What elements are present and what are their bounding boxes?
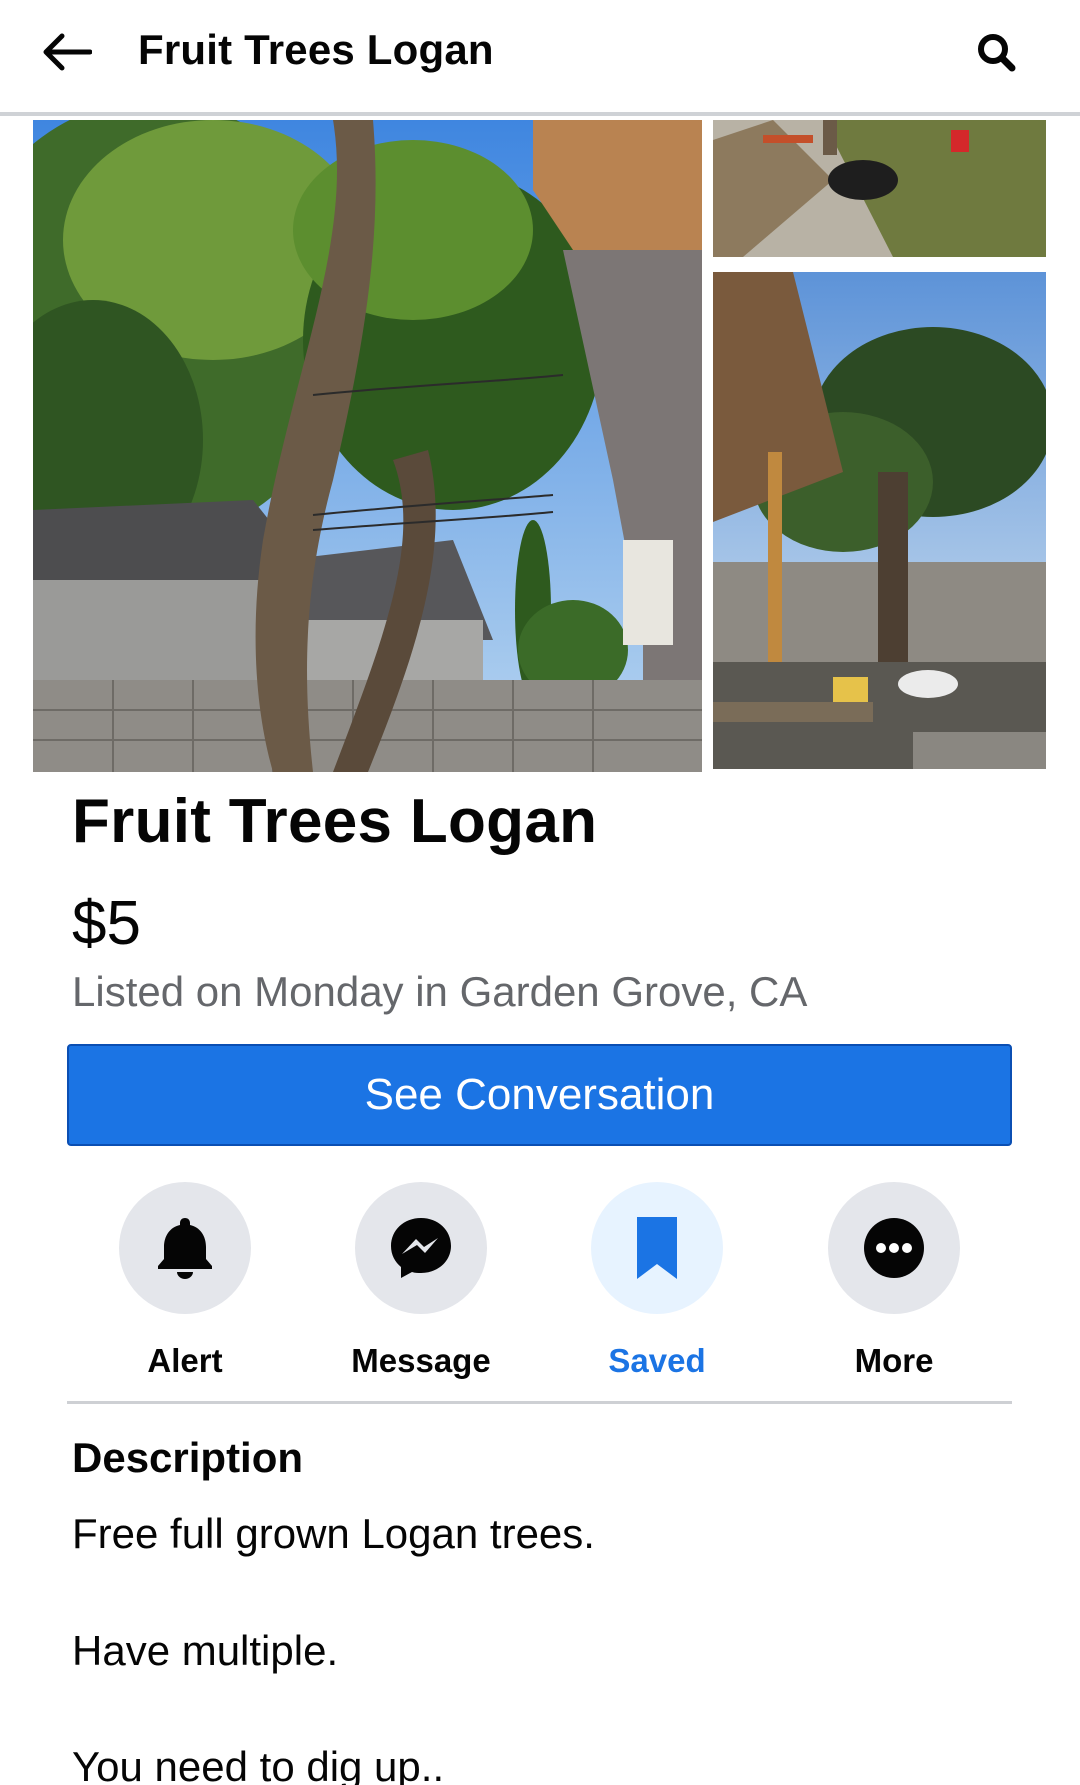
saved-button[interactable]: Saved (567, 1182, 747, 1380)
more-button[interactable]: More (804, 1182, 984, 1380)
listing-photo-2[interactable] (713, 120, 1046, 257)
description-line: You need to dig up.. (72, 1743, 445, 1785)
messenger-icon (391, 1218, 451, 1278)
more-dots-icon (864, 1218, 924, 1278)
top-bar: Fruit Trees Logan (0, 0, 1080, 116)
listing-photo-3[interactable] (713, 272, 1046, 769)
back-button[interactable] (36, 26, 96, 78)
message-button-circle[interactable] (355, 1182, 487, 1314)
listing-page: Fruit Trees Logan Fruit Trees Logan $5 L… (0, 0, 1080, 1785)
more-button-circle[interactable] (828, 1182, 960, 1314)
see-conversation-button[interactable]: See Conversation (67, 1044, 1012, 1146)
listing-meta: Listed on Monday in Garden Grove, CA (72, 968, 808, 1015)
search-button[interactable] (972, 28, 1020, 76)
alert-button[interactable]: Alert (95, 1182, 275, 1380)
description-line: Free full grown Logan trees. (72, 1510, 595, 1557)
search-icon (978, 34, 1016, 72)
description-line: Have multiple. (72, 1627, 339, 1674)
bookmark-icon (637, 1217, 677, 1279)
message-button[interactable]: Message (331, 1182, 511, 1380)
alert-button-circle[interactable] (119, 1182, 251, 1314)
alert-label: Alert (147, 1342, 223, 1379)
header-title: Fruit Trees Logan (138, 26, 494, 73)
message-label: Message (351, 1342, 491, 1379)
listing-photo-main[interactable] (33, 120, 702, 772)
bell-icon (158, 1218, 212, 1279)
description-heading: Description (72, 1434, 304, 1481)
listing-price: $5 (72, 889, 141, 958)
saved-button-circle[interactable] (591, 1182, 723, 1314)
back-arrow-icon (43, 33, 92, 71)
saved-label: Saved (608, 1342, 706, 1379)
section-divider (67, 1401, 1012, 1404)
listing-title: Fruit Trees Logan (72, 787, 598, 856)
more-label: More (854, 1342, 934, 1379)
